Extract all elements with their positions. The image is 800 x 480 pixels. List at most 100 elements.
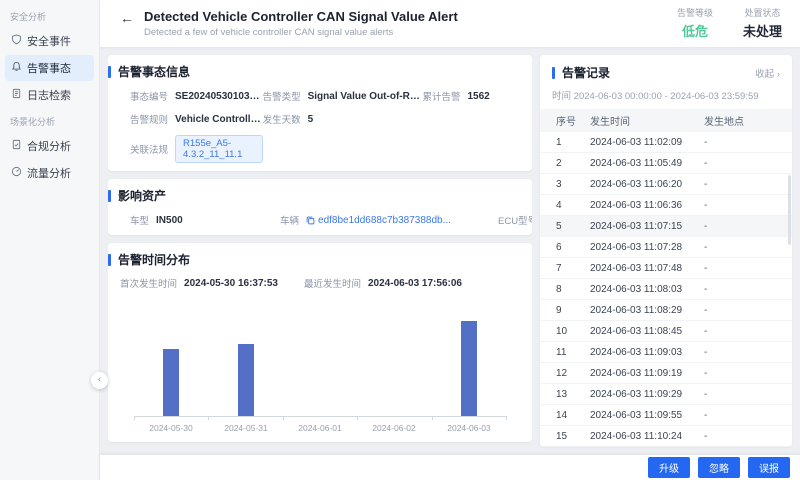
sidebar-item-label: 日志检索 [27, 87, 71, 103]
record-time: 2024-06-03 11:09:55 [586, 410, 704, 421]
handle-status-value: 未处理 [743, 24, 782, 39]
sidebar-item-安全事件[interactable]: 安全事件 [5, 28, 94, 54]
alert-level-stat: 告警等级 低危 [677, 6, 713, 41]
page-body: 告警事态信息 事态编号 SE202405301037ZQZB告警类型 Signal … [100, 47, 800, 455]
x-tick-label: 2024-06-02 [362, 423, 426, 433]
record-row[interactable]: 12024-06-03 11:02:09- [540, 132, 792, 153]
record-location: - [704, 221, 792, 232]
col-seq-header: 序号 [540, 113, 586, 128]
record-location: - [704, 263, 792, 274]
record-location: - [704, 284, 792, 295]
page-header: ← Detected Vehicle Controller CAN Signal… [100, 0, 800, 47]
escalate-button[interactable]: 升级 [648, 457, 690, 478]
record-seq: 9 [540, 305, 586, 316]
record-row[interactable]: 132024-06-03 11:09:29- [540, 384, 792, 405]
x-axis-tick [283, 416, 284, 420]
record-row[interactable]: 152024-06-03 11:10:24- [540, 426, 792, 447]
record-time: 2024-06-03 11:08:03 [586, 284, 704, 295]
traffic-icon [11, 166, 22, 180]
alert-info-card: 告警事态信息 事态编号 SE202405301037ZQZB告警类型 Signal … [108, 55, 532, 171]
record-seq: 2 [540, 158, 586, 169]
field-累计告警: 累计告警1562 [422, 89, 520, 103]
records-time-range: 时间 2024-06-03 00:00:00 - 2024-06-03 23:5… [540, 88, 792, 102]
record-seq: 14 [540, 410, 586, 421]
record-row[interactable]: 92024-06-03 11:08:29- [540, 300, 792, 321]
record-time: 2024-06-03 11:10:24 [586, 431, 704, 442]
record-row[interactable]: 32024-06-03 11:06:20- [540, 174, 792, 195]
records-scrollbar[interactable] [788, 175, 791, 245]
collapse-records-link[interactable]: 收起 › [755, 66, 780, 80]
sidebar-collapse-handle[interactable]: ‹ [91, 372, 108, 389]
x-axis-tick [357, 416, 358, 420]
record-seq: 10 [540, 326, 586, 337]
record-row[interactable]: 142024-06-03 11:09:55- [540, 405, 792, 426]
sidebar-item-label: 告警事态 [27, 60, 71, 76]
record-location: - [704, 200, 792, 211]
record-row[interactable]: 112024-06-03 11:09:03- [540, 342, 792, 363]
sidebar-item-流量分析[interactable]: 流量分析 [5, 160, 94, 186]
sidebar-item-日志检索[interactable]: 日志检索 [5, 82, 94, 108]
x-axis-tick [134, 416, 135, 420]
records-table: 序号 发生时间 发生地点 12024-06-03 11:02:09-22024-… [540, 109, 792, 447]
asset-field-车辆: 车辆edf8be1dd688c7b387388db... [280, 213, 498, 227]
sidebar-item-告警事态[interactable]: 告警事态 [5, 55, 94, 81]
sidebar-item-合规分析[interactable]: 合规分析 [5, 133, 94, 159]
field-事态编号: 事态编号 SE202405301037ZQZB [130, 89, 263, 103]
security-event-icon [11, 34, 22, 48]
compliance-icon [11, 139, 22, 153]
regulation-tag[interactable]: R155e_A5-4.3.2_11_11.1 [175, 135, 263, 163]
log-search-icon [11, 88, 22, 102]
affected-assets-card: 影响资产 车型IN500车辆edf8be1dd688c7b387388db...… [108, 179, 532, 235]
page-title: Detected Vehicle Controller CAN Signal V… [144, 9, 458, 24]
bar-2024-06-03 [461, 321, 477, 416]
record-seq: 5 [540, 221, 586, 232]
false-positive-button[interactable]: 误报 [748, 457, 790, 478]
sidebar-section-title: 场景化分析 [0, 109, 99, 132]
sidebar-item-label: 流量分析 [27, 165, 71, 181]
record-time: 2024-06-03 11:06:36 [586, 200, 704, 211]
record-location: - [704, 137, 792, 148]
record-time: 2024-06-03 11:07:15 [586, 221, 704, 232]
field-value: SE202405301037ZQZB [175, 91, 263, 102]
main-content: ‹ ← Detected Vehicle Controller CAN Sign… [100, 0, 800, 480]
app-window: 安全分析安全事件告警事态日志检索场景化分析合规分析流量分析 ‹ ← Detect… [0, 0, 800, 480]
record-row[interactable]: 82024-06-03 11:08:03- [540, 279, 792, 300]
record-row[interactable]: 102024-06-03 11:08:45- [540, 321, 792, 342]
field-label: 车型 [130, 213, 149, 227]
field-告警规则: 告警规则Vehicle Controller CAN Signal ... [130, 112, 263, 126]
record-seq: 7 [540, 263, 586, 274]
record-location: - [704, 347, 792, 358]
sidebar-section-title: 安全分析 [0, 4, 99, 27]
record-time: 2024-06-03 11:09:29 [586, 389, 704, 400]
field-value: 5 [308, 114, 314, 125]
field-value: Signal Value Out-of-Range [308, 91, 423, 102]
field-value[interactable]: edf8be1dd688c7b387388db... [318, 215, 451, 226]
back-arrow-icon[interactable]: ← [120, 10, 134, 26]
record-location: - [704, 305, 792, 316]
record-row[interactable]: 52024-06-03 11:07:15- [540, 216, 792, 237]
field-label: 告警类型 [263, 89, 301, 103]
alert-records-panel: 告警记录 收起 › 时间 2024-06-03 00:00:00 - 2024-… [540, 55, 792, 447]
asset-field-车型: 车型IN500 [130, 213, 280, 227]
field-label: 关联法规 [130, 142, 168, 156]
field-发生天数: 发生天数5 [263, 112, 423, 126]
record-seq: 12 [540, 368, 586, 379]
record-row[interactable]: 122024-06-03 11:09:19- [540, 363, 792, 384]
ignore-button[interactable]: 忽略 [698, 457, 740, 478]
time-distribution-card: 告警时间分布 首次发生时间 2024-05-30 16:37:53 最近发生时间… [108, 243, 532, 442]
record-row[interactable]: 42024-06-03 11:06:36- [540, 195, 792, 216]
detail-column: 告警事态信息 事态编号 SE202405301037ZQZB告警类型 Signal … [108, 55, 532, 447]
record-location: - [704, 179, 792, 190]
x-tick-label: 2024-05-30 [139, 423, 203, 433]
field-label: 事态编号 [130, 89, 168, 103]
handle-status-label: 处置状态 [743, 6, 782, 19]
record-time: 2024-06-03 11:09:19 [586, 368, 704, 379]
copy-icon[interactable] [306, 216, 315, 225]
record-row[interactable]: 62024-06-03 11:07:28- [540, 237, 792, 258]
time-distribution-chart: 2024-05-302024-05-312024-06-012024-06-02… [120, 296, 520, 434]
record-time: 2024-06-03 11:08:29 [586, 305, 704, 316]
x-axis-tick [506, 416, 507, 420]
alert-info-title: 告警事态信息 [118, 63, 190, 80]
record-row[interactable]: 22024-06-03 11:05:49- [540, 153, 792, 174]
record-row[interactable]: 72024-06-03 11:07:48- [540, 258, 792, 279]
